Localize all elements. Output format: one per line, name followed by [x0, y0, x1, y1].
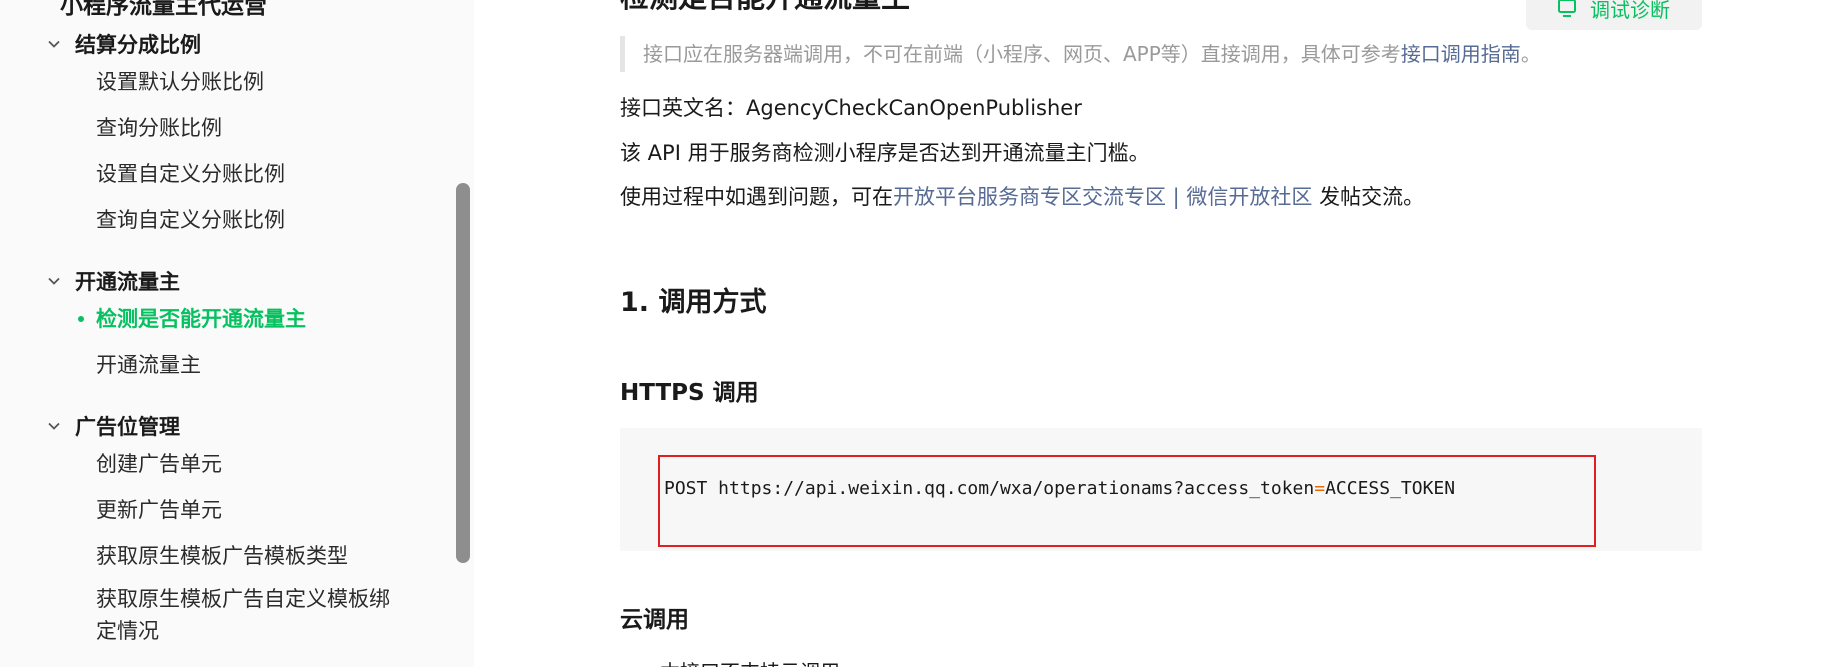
- notice-suffix: 。: [1520, 42, 1541, 66]
- sidebar-item-check-can-open[interactable]: 检测是否能开通流量主: [0, 296, 460, 342]
- help-prefix: 使用过程中如遇到问题，可在: [620, 185, 893, 209]
- sidebar-item-get-template-binding[interactable]: 获取原生模板广告自定义模板绑定情况: [0, 579, 460, 647]
- notice-text: 接口应在服务器端调用，不可在前端（小程序、网页、APP等）直接调用，具体可参考: [643, 42, 1401, 66]
- sidebar-item-open-publisher[interactable]: 开通流量主: [0, 342, 460, 388]
- https-heading: HTTPS 调用: [620, 380, 759, 406]
- code-operator: =: [1314, 478, 1326, 499]
- help-suffix: 发帖交流。: [1312, 185, 1425, 209]
- help-paragraph: 使用过程中如遇到问题，可在开放平台服务商专区交流专区 | 微信开放社区 发帖交流…: [620, 181, 1424, 211]
- nav-section-ad-units: 广告位管理 创建广告单元 更新广告单元 获取原生模板广告模板类型 获取原生模板广…: [0, 411, 460, 647]
- sidebar-item-update-ad-unit[interactable]: 更新广告单元: [0, 487, 460, 533]
- section-title: 结算分成比例: [75, 33, 201, 57]
- cloud-heading: 云调用: [620, 607, 689, 633]
- code-before: POST https://api.weixin.qq.com/wxa/opera…: [664, 478, 1315, 499]
- section-toggle-settlement[interactable]: 结算分成比例: [0, 29, 460, 59]
- sidebar-item-set-custom-ratio[interactable]: 设置自定义分账比例: [0, 151, 460, 197]
- server-side-notice: 接口应在服务器端调用，不可在前端（小程序、网页、APP等）直接调用，具体可参考接…: [620, 36, 1541, 72]
- community-link[interactable]: 开放平台服务商专区交流专区 | 微信开放社区: [893, 185, 1312, 209]
- cloud-note: 本接口不支持云调用: [660, 656, 840, 667]
- sidebar-item-query-custom-ratio[interactable]: 查询自定义分账比例: [0, 197, 460, 243]
- section-title: 开通流量主: [75, 270, 180, 294]
- highlight-box: [658, 455, 1596, 547]
- section-toggle-publisher[interactable]: 开通流量主: [0, 266, 460, 296]
- section-toggle-ad-units[interactable]: 广告位管理: [0, 411, 460, 441]
- sidebar-scrollbar[interactable]: [456, 183, 470, 563]
- sidebar-item-get-template-types[interactable]: 获取原生模板广告模板类型: [0, 533, 460, 579]
- chevron-down-icon: [44, 271, 64, 291]
- chevron-down-icon: [44, 416, 64, 436]
- monitor-icon: [1556, 0, 1578, 19]
- sidebar-group-title: 小程序流量主代运营: [60, 0, 267, 19]
- section-title: 广告位管理: [75, 415, 180, 439]
- sidebar-nav: 小程序流量主代运营 结算分成比例 设置默认分账比例 查询分账比例 设置自定义分账…: [0, 0, 474, 667]
- section-heading-invocation: 1. 调用方式: [620, 287, 767, 318]
- page-title: 检测是否能开通流量主: [620, 0, 910, 16]
- code-after: ACCESS_TOKEN: [1325, 478, 1456, 499]
- sidebar-item-query-ratio[interactable]: 查询分账比例: [0, 105, 460, 151]
- sidebar-item-set-default-ratio[interactable]: 设置默认分账比例: [0, 59, 460, 105]
- doc-content: 检测是否能开通流量主 调试诊断 接口应在服务器端调用，不可在前端（小程序、网页、…: [474, 0, 1842, 667]
- sidebar-item-create-ad-unit[interactable]: 创建广告单元: [0, 441, 460, 487]
- chevron-down-icon: [44, 34, 64, 54]
- request-url-code: POST https://api.weixin.qq.com/wxa/opera…: [664, 478, 1455, 499]
- api-description: 该 API 用于服务商检测小程序是否达到开通流量主门槛。: [620, 141, 1150, 165]
- debug-diagnose-button[interactable]: 调试诊断: [1526, 0, 1702, 30]
- nav-section-settlement: 结算分成比例 设置默认分账比例 查询分账比例 设置自定义分账比例 查询自定义分账…: [0, 29, 460, 243]
- nav-section-publisher: 开通流量主 检测是否能开通流量主 开通流量主: [0, 266, 460, 388]
- debug-diagnose-label: 调试诊断: [1590, 0, 1670, 22]
- api-english-name: 接口英文名：AgencyCheckCanOpenPublisher: [620, 96, 1082, 120]
- guide-link[interactable]: 接口调用指南: [1401, 42, 1521, 66]
